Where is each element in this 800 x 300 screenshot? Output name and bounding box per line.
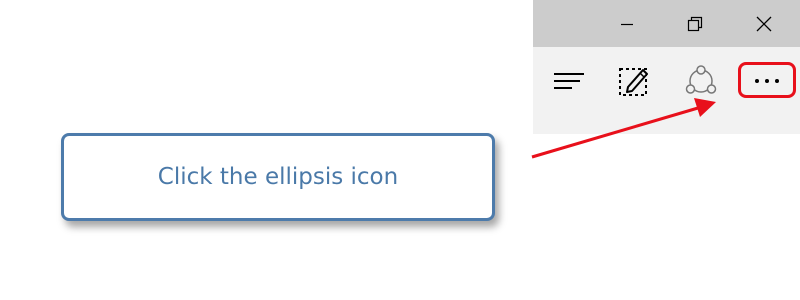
web-note-button[interactable] (612, 61, 656, 101)
hub-icon (554, 73, 584, 89)
callout-text: Click the ellipsis icon (157, 164, 399, 190)
hub-button[interactable] (547, 61, 591, 101)
close-button[interactable] (734, 0, 794, 47)
more-actions-button[interactable] (745, 61, 789, 101)
window-title-bar (533, 0, 800, 47)
restore-button[interactable] (665, 0, 725, 47)
share-icon (685, 65, 717, 94)
web-note-icon (619, 68, 648, 96)
restore-icon (687, 16, 703, 31)
browser-toolbar (533, 47, 800, 134)
share-button[interactable] (679, 61, 723, 101)
minimize-button[interactable] (597, 0, 657, 47)
close-icon (756, 16, 772, 31)
instruction-callout: Click the ellipsis icon (61, 133, 495, 221)
ellipsis-icon (755, 79, 779, 83)
minimize-icon (621, 23, 633, 25)
